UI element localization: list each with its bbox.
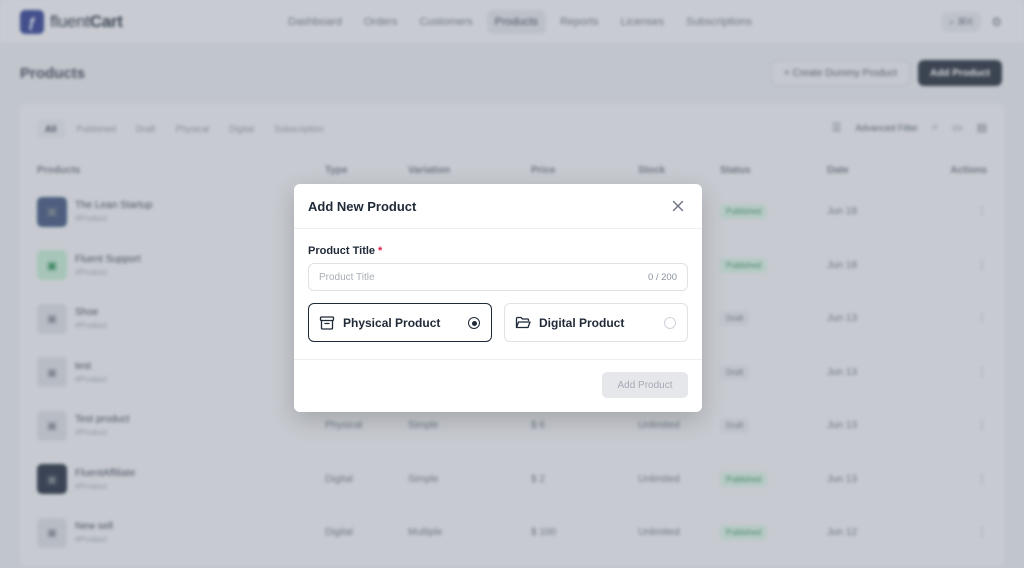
digital-product-option[interactable]: Digital Product (504, 303, 688, 342)
physical-product-option[interactable]: Physical Product (308, 303, 492, 342)
product-title-label-text: Product Title (308, 245, 376, 257)
digital-product-radio[interactable] (664, 317, 676, 329)
modal-body: Product Title* 0 / 200 Physical Product (294, 229, 702, 342)
product-title-label: Product Title * (308, 245, 688, 257)
modal-title: Add New Product (308, 198, 417, 214)
product-title-field: 0 / 200 (308, 263, 688, 291)
box-icon (319, 315, 335, 331)
close-icon (672, 200, 684, 212)
product-title-input[interactable] (309, 264, 687, 290)
add-product-modal: Add New Product Product Title* 0 / 200 (294, 184, 702, 412)
char-counter: 0 / 200 (647, 272, 677, 283)
close-modal-button[interactable] (668, 196, 688, 216)
modal-footer: Add Product (294, 359, 702, 412)
physical-product-radio[interactable] (468, 317, 480, 329)
required-asterisk: * (378, 245, 383, 257)
physical-product-label: Physical Product (343, 315, 441, 330)
product-type-selector: Physical Product Digital Product (308, 303, 688, 342)
add-product-submit-button[interactable]: Add Product (602, 372, 688, 398)
modal-header: Add New Product (294, 184, 702, 229)
folder-icon (515, 315, 531, 331)
digital-product-label: Digital Product (539, 315, 625, 330)
